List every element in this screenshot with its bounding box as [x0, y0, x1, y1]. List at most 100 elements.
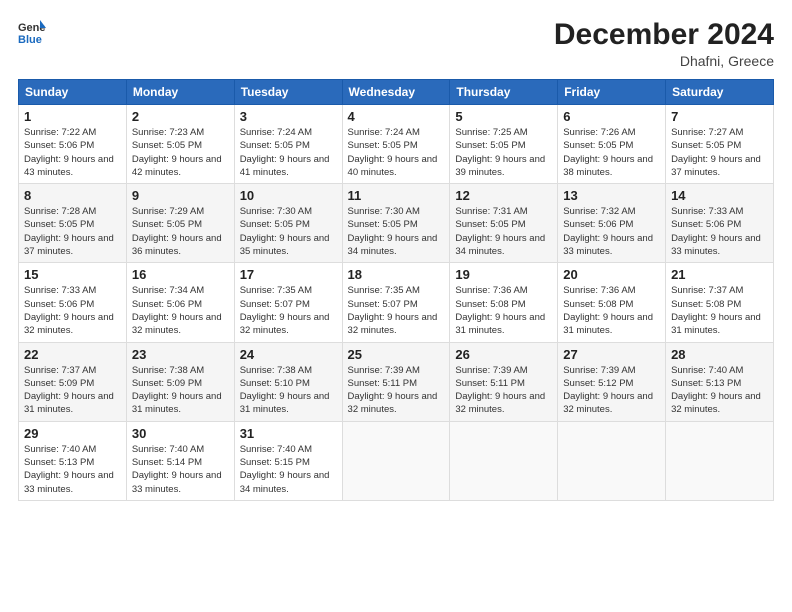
day-number: 26 [455, 347, 552, 362]
calendar-table: Sunday Monday Tuesday Wednesday Thursday… [18, 79, 774, 501]
day-info: Sunrise: 7:38 AMSunset: 5:09 PMDaylight:… [132, 365, 222, 416]
day-info: Sunrise: 7:24 AMSunset: 5:05 PMDaylight:… [240, 127, 330, 178]
day-info: Sunrise: 7:25 AMSunset: 5:05 PMDaylight:… [455, 127, 545, 178]
day-number: 8 [24, 188, 121, 203]
table-row [558, 421, 666, 500]
day-number: 28 [671, 347, 768, 362]
day-info: Sunrise: 7:26 AMSunset: 5:05 PMDaylight:… [563, 127, 653, 178]
calendar-week-3: 15 Sunrise: 7:33 AMSunset: 5:06 PMDaylig… [19, 263, 774, 342]
calendar-week-4: 22 Sunrise: 7:37 AMSunset: 5:09 PMDaylig… [19, 342, 774, 421]
day-number: 2 [132, 109, 229, 124]
day-number: 29 [24, 426, 121, 441]
day-info: Sunrise: 7:29 AMSunset: 5:05 PMDaylight:… [132, 206, 222, 257]
table-row: 6 Sunrise: 7:26 AMSunset: 5:05 PMDayligh… [558, 105, 666, 184]
day-number: 24 [240, 347, 337, 362]
day-info: Sunrise: 7:40 AMSunset: 5:13 PMDaylight:… [24, 444, 114, 495]
day-number: 10 [240, 188, 337, 203]
col-thursday: Thursday [450, 80, 558, 105]
day-number: 20 [563, 267, 660, 282]
table-row: 29 Sunrise: 7:40 AMSunset: 5:13 PMDaylig… [19, 421, 127, 500]
day-number: 19 [455, 267, 552, 282]
col-saturday: Saturday [666, 80, 774, 105]
table-row: 5 Sunrise: 7:25 AMSunset: 5:05 PMDayligh… [450, 105, 558, 184]
day-number: 14 [671, 188, 768, 203]
logo: General Blue [18, 18, 46, 46]
table-row: 9 Sunrise: 7:29 AMSunset: 5:05 PMDayligh… [126, 184, 234, 263]
table-row: 4 Sunrise: 7:24 AMSunset: 5:05 PMDayligh… [342, 105, 450, 184]
day-info: Sunrise: 7:27 AMSunset: 5:05 PMDaylight:… [671, 127, 761, 178]
day-info: Sunrise: 7:35 AMSunset: 5:07 PMDaylight:… [240, 285, 330, 336]
location: Dhafni, Greece [554, 53, 774, 69]
header-row: Sunday Monday Tuesday Wednesday Thursday… [19, 80, 774, 105]
calendar-week-5: 29 Sunrise: 7:40 AMSunset: 5:13 PMDaylig… [19, 421, 774, 500]
table-row: 11 Sunrise: 7:30 AMSunset: 5:05 PMDaylig… [342, 184, 450, 263]
day-number: 1 [24, 109, 121, 124]
logo-icon: General Blue [18, 18, 46, 46]
day-info: Sunrise: 7:33 AMSunset: 5:06 PMDaylight:… [671, 206, 761, 257]
table-row: 27 Sunrise: 7:39 AMSunset: 5:12 PMDaylig… [558, 342, 666, 421]
calendar-week-1: 1 Sunrise: 7:22 AMSunset: 5:06 PMDayligh… [19, 105, 774, 184]
day-number: 12 [455, 188, 552, 203]
day-info: Sunrise: 7:35 AMSunset: 5:07 PMDaylight:… [348, 285, 438, 336]
table-row: 20 Sunrise: 7:36 AMSunset: 5:08 PMDaylig… [558, 263, 666, 342]
table-row: 25 Sunrise: 7:39 AMSunset: 5:11 PMDaylig… [342, 342, 450, 421]
day-info: Sunrise: 7:24 AMSunset: 5:05 PMDaylight:… [348, 127, 438, 178]
day-info: Sunrise: 7:38 AMSunset: 5:10 PMDaylight:… [240, 365, 330, 416]
day-number: 17 [240, 267, 337, 282]
col-friday: Friday [558, 80, 666, 105]
day-info: Sunrise: 7:37 AMSunset: 5:08 PMDaylight:… [671, 285, 761, 336]
day-number: 9 [132, 188, 229, 203]
table-row: 16 Sunrise: 7:34 AMSunset: 5:06 PMDaylig… [126, 263, 234, 342]
day-number: 31 [240, 426, 337, 441]
col-tuesday: Tuesday [234, 80, 342, 105]
table-row: 7 Sunrise: 7:27 AMSunset: 5:05 PMDayligh… [666, 105, 774, 184]
day-info: Sunrise: 7:40 AMSunset: 5:15 PMDaylight:… [240, 444, 330, 495]
day-info: Sunrise: 7:33 AMSunset: 5:06 PMDaylight:… [24, 285, 114, 336]
day-number: 6 [563, 109, 660, 124]
day-info: Sunrise: 7:39 AMSunset: 5:11 PMDaylight:… [348, 365, 438, 416]
table-row [450, 421, 558, 500]
calendar-page: General Blue December 2024 Dhafni, Greec… [0, 0, 792, 612]
day-number: 16 [132, 267, 229, 282]
day-number: 7 [671, 109, 768, 124]
day-info: Sunrise: 7:30 AMSunset: 5:05 PMDaylight:… [348, 206, 438, 257]
table-row: 3 Sunrise: 7:24 AMSunset: 5:05 PMDayligh… [234, 105, 342, 184]
day-number: 5 [455, 109, 552, 124]
day-number: 22 [24, 347, 121, 362]
day-number: 13 [563, 188, 660, 203]
day-info: Sunrise: 7:36 AMSunset: 5:08 PMDaylight:… [455, 285, 545, 336]
day-number: 4 [348, 109, 445, 124]
day-info: Sunrise: 7:23 AMSunset: 5:05 PMDaylight:… [132, 127, 222, 178]
day-info: Sunrise: 7:37 AMSunset: 5:09 PMDaylight:… [24, 365, 114, 416]
table-row: 19 Sunrise: 7:36 AMSunset: 5:08 PMDaylig… [450, 263, 558, 342]
table-row: 2 Sunrise: 7:23 AMSunset: 5:05 PMDayligh… [126, 105, 234, 184]
table-row: 8 Sunrise: 7:28 AMSunset: 5:05 PMDayligh… [19, 184, 127, 263]
table-row: 13 Sunrise: 7:32 AMSunset: 5:06 PMDaylig… [558, 184, 666, 263]
table-row: 15 Sunrise: 7:33 AMSunset: 5:06 PMDaylig… [19, 263, 127, 342]
table-row: 26 Sunrise: 7:39 AMSunset: 5:11 PMDaylig… [450, 342, 558, 421]
day-number: 25 [348, 347, 445, 362]
title-block: December 2024 Dhafni, Greece [554, 18, 774, 69]
day-number: 30 [132, 426, 229, 441]
day-number: 15 [24, 267, 121, 282]
calendar-week-2: 8 Sunrise: 7:28 AMSunset: 5:05 PMDayligh… [19, 184, 774, 263]
col-sunday: Sunday [19, 80, 127, 105]
day-info: Sunrise: 7:39 AMSunset: 5:12 PMDaylight:… [563, 365, 653, 416]
day-info: Sunrise: 7:30 AMSunset: 5:05 PMDaylight:… [240, 206, 330, 257]
table-row: 17 Sunrise: 7:35 AMSunset: 5:07 PMDaylig… [234, 263, 342, 342]
day-info: Sunrise: 7:34 AMSunset: 5:06 PMDaylight:… [132, 285, 222, 336]
table-row: 30 Sunrise: 7:40 AMSunset: 5:14 PMDaylig… [126, 421, 234, 500]
table-row: 22 Sunrise: 7:37 AMSunset: 5:09 PMDaylig… [19, 342, 127, 421]
day-number: 23 [132, 347, 229, 362]
table-row: 31 Sunrise: 7:40 AMSunset: 5:15 PMDaylig… [234, 421, 342, 500]
table-row [342, 421, 450, 500]
header: General Blue December 2024 Dhafni, Greec… [18, 18, 774, 69]
day-info: Sunrise: 7:40 AMSunset: 5:14 PMDaylight:… [132, 444, 222, 495]
col-wednesday: Wednesday [342, 80, 450, 105]
day-number: 18 [348, 267, 445, 282]
table-row: 14 Sunrise: 7:33 AMSunset: 5:06 PMDaylig… [666, 184, 774, 263]
day-number: 11 [348, 188, 445, 203]
table-row: 21 Sunrise: 7:37 AMSunset: 5:08 PMDaylig… [666, 263, 774, 342]
table-row: 28 Sunrise: 7:40 AMSunset: 5:13 PMDaylig… [666, 342, 774, 421]
svg-text:Blue: Blue [18, 34, 42, 46]
